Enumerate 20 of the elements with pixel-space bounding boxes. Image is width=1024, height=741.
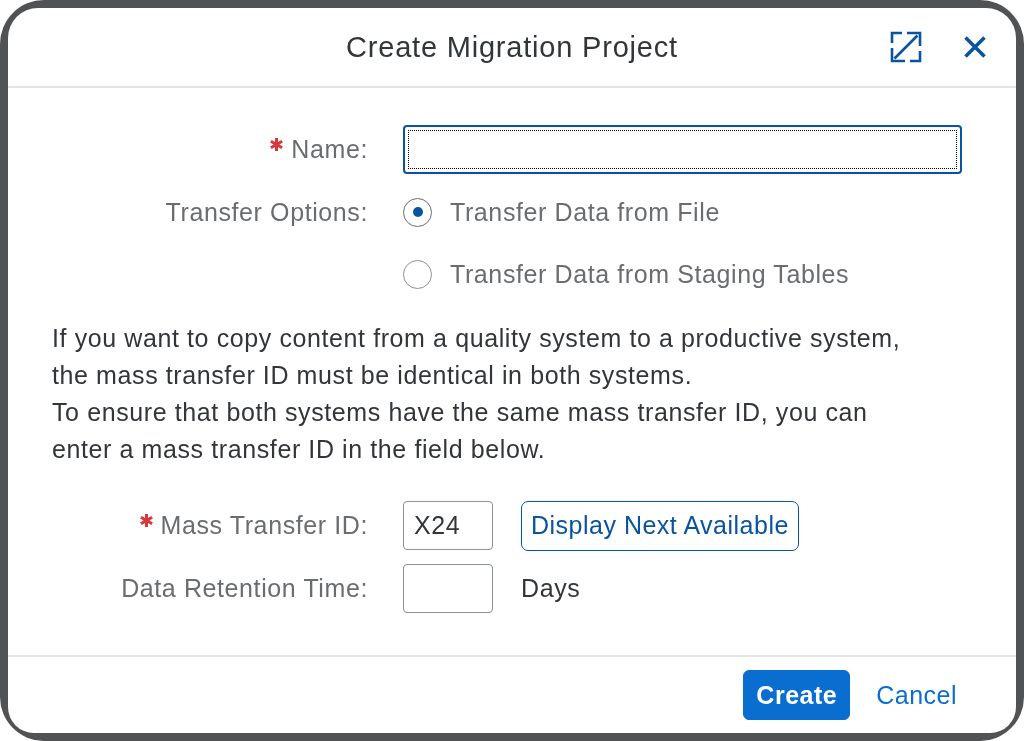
unit-label: Days: [521, 574, 581, 603]
mass-transfer-id-field[interactable]: X24: [403, 501, 493, 550]
create-button[interactable]: Create: [743, 670, 851, 720]
dialog-title: Create Migration Project: [346, 30, 678, 64]
radio-button[interactable]: [403, 259, 432, 289]
expand-icon[interactable]: [890, 31, 922, 63]
close-icon[interactable]: [964, 36, 986, 58]
field-label: Data Retention Time:: [121, 574, 368, 603]
radio-label[interactable]: Transfer Data from Staging Tables: [450, 259, 850, 289]
name-input-field[interactable]: [403, 125, 962, 174]
field-label: Transfer Options:: [165, 197, 368, 227]
radio-label[interactable]: Transfer Data from File: [450, 197, 720, 227]
info-paragraph: To ensure that both systems have the same mass transfer ID, you can enter a mass transfer ID in the field below.: [52, 397, 869, 465]
info-paragraph: If you want to copy content from a quality system to a productive system, the mass transfer ID must be identical in both systems.: [52, 323, 902, 391]
cancel-button[interactable]: Cancel: [863, 670, 970, 720]
field-label: Name:: [291, 135, 368, 164]
display-next-available-button[interactable]: Display Next Available: [521, 500, 799, 551]
field-label: Mass Transfer ID:: [160, 511, 368, 540]
retention-time-field[interactable]: [403, 564, 493, 613]
radio-button[interactable]: [403, 197, 432, 227]
